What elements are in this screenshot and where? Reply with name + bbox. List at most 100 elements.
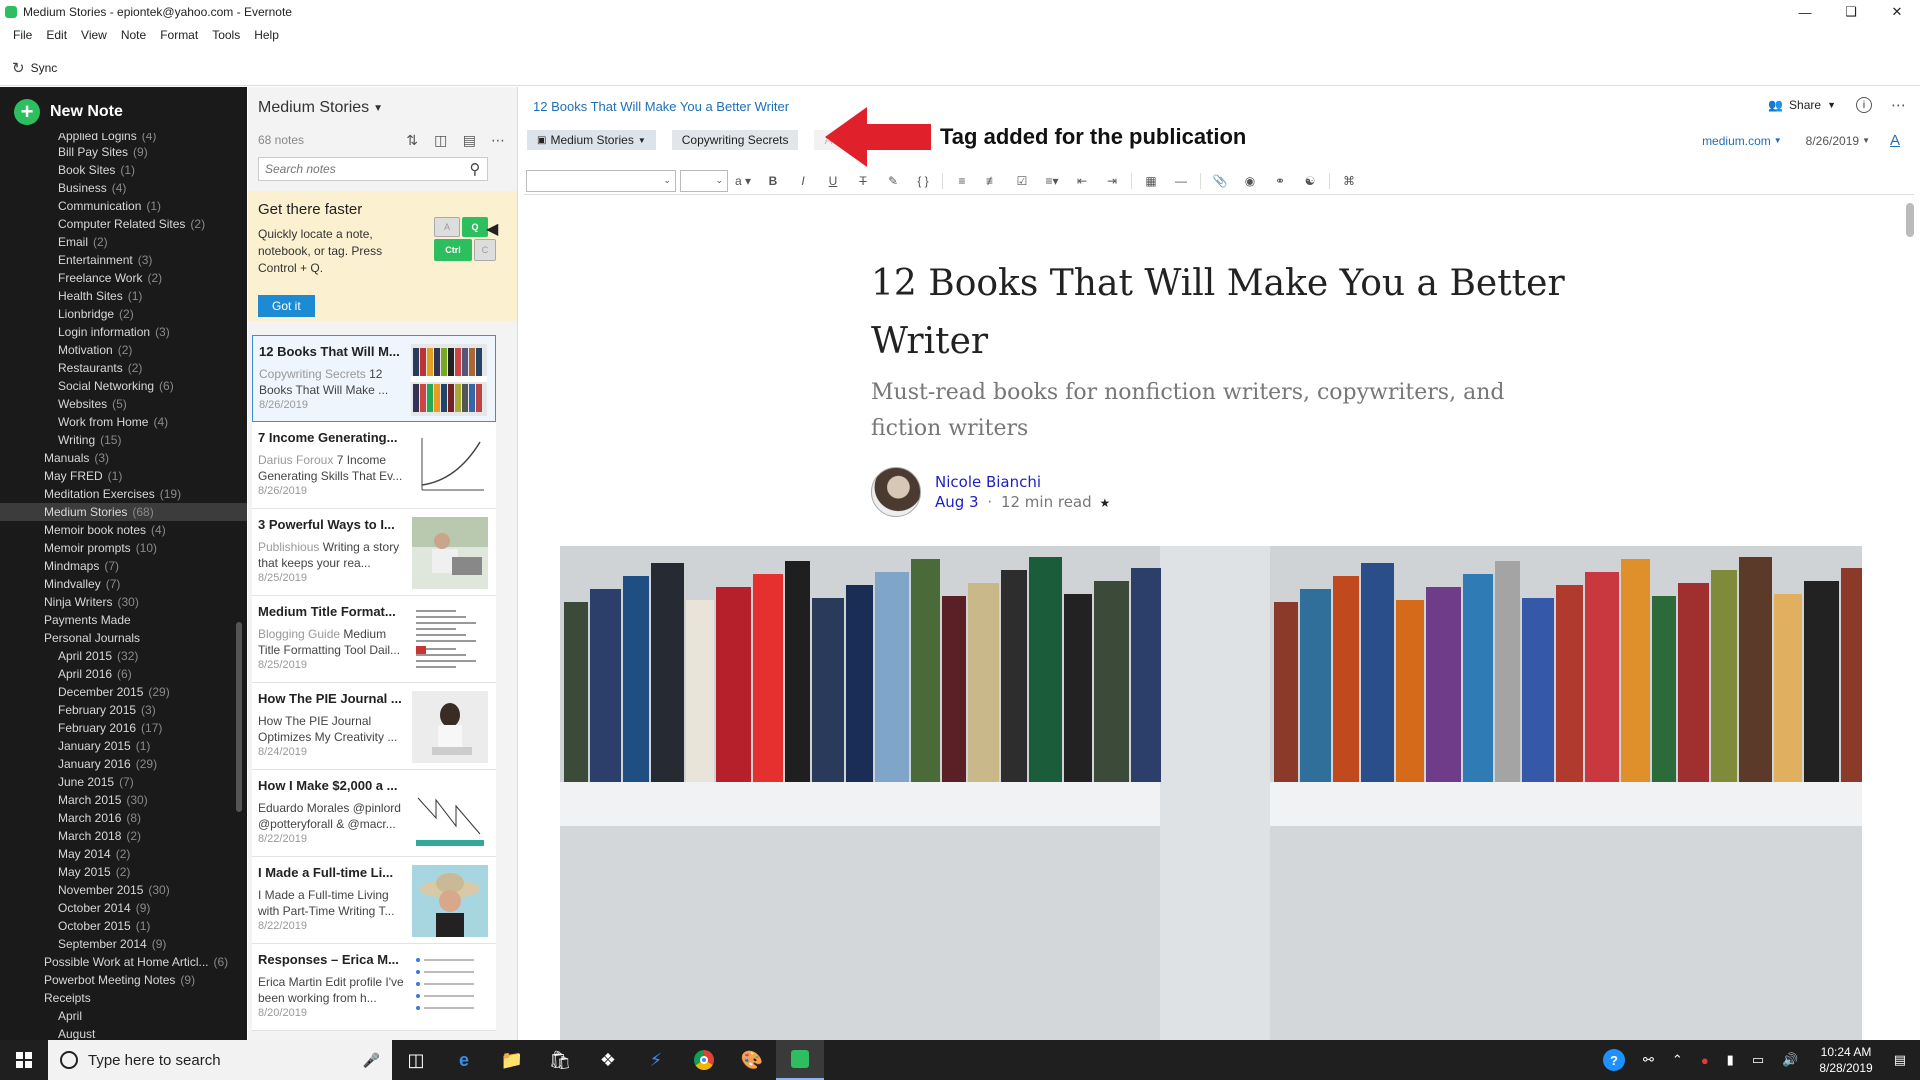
task-view-icon[interactable]: ◫ <box>392 1040 440 1080</box>
note-card[interactable]: How The PIE Journal ... How The PIE Journ… <box>252 683 496 770</box>
sidebar-item[interactable]: April 2015 (32) <box>0 647 247 665</box>
sort-icon[interactable]: ⇅ <box>403 132 421 149</box>
network-icon[interactable]: ▭ <box>1752 1052 1764 1068</box>
sidebar-item[interactable]: Social Networking (6) <box>0 377 247 395</box>
menu-format[interactable]: Format <box>153 28 205 42</box>
security-icon[interactable]: ● <box>1701 1053 1709 1068</box>
new-note-button[interactable]: + New Note <box>0 87 247 133</box>
indent-icon[interactable]: ⇥ <box>1097 174 1127 188</box>
sidebar-item[interactable]: Email (2) <box>0 233 247 251</box>
sidebar-item[interactable]: Writing (15) <box>0 431 247 449</box>
share-button[interactable]: Share <box>1789 98 1821 112</box>
sidebar-item[interactable]: April 2016 (6) <box>0 665 247 683</box>
note-card[interactable]: 3 Powerful Ways to I... Publishious Writi… <box>252 509 496 596</box>
sidebar-item[interactable]: Powerbot Meeting Notes (9) <box>0 971 247 989</box>
sidebar-item[interactable]: Websites (5) <box>0 395 247 413</box>
sidebar-item[interactable]: Receipts <box>0 989 247 1007</box>
more-icon[interactable]: ⋯ <box>1891 96 1906 114</box>
article-date[interactable]: Aug 3 <box>935 493 979 511</box>
sidebar-item[interactable]: April <box>0 1007 247 1025</box>
author-avatar[interactable] <box>871 467 921 517</box>
chevron-up-icon[interactable]: ⌃ <box>1672 1052 1683 1068</box>
sidebar-item[interactable]: Computer Related Sites (2) <box>0 215 247 233</box>
horizontal-rule-icon[interactable]: — <box>1166 174 1196 188</box>
notebook-info-icon[interactable]: ▤ <box>460 132 478 149</box>
sidebar-item[interactable]: February 2015 (3) <box>0 701 247 719</box>
editor-scrollbar[interactable] <box>1906 203 1914 237</box>
sidebar-item[interactable]: Freelance Work (2) <box>0 269 247 287</box>
font-color-icon[interactable]: a ▾ <box>728 174 758 188</box>
note-card[interactable]: 7 Income Generating... Darius Foroux 7 In… <box>252 422 496 509</box>
maximize-icon[interactable]: ❑ <box>1828 0 1874 24</box>
bold-icon[interactable]: B <box>758 174 788 188</box>
people-tray-icon[interactable]: ⚯ <box>1643 1052 1654 1068</box>
annotate-icon[interactable]: ⚭ <box>1265 174 1295 188</box>
attachment-icon[interactable]: 📎 <box>1205 174 1235 188</box>
source-caret-icon[interactable]: ▼ <box>1774 136 1782 145</box>
paint-icon[interactable]: 🎨 <box>728 1040 776 1080</box>
note-card[interactable]: How I Make $2,000 a ... Eduardo Morales @… <box>252 770 496 857</box>
sidebar-item[interactable]: Ninja Writers (30) <box>0 593 247 611</box>
sidebar-item[interactable]: September 2014 (9) <box>0 935 247 953</box>
code-icon[interactable]: { } <box>908 174 938 188</box>
font-style-icon[interactable]: A <box>1890 132 1900 149</box>
view-options-icon[interactable]: ◫ <box>432 132 450 149</box>
sidebar-item[interactable]: Manuals (3) <box>0 449 247 467</box>
sidebar-item[interactable]: Business (4) <box>0 179 247 197</box>
strikethrough-icon[interactable]: T <box>848 174 878 188</box>
sidebar-item[interactable]: June 2015 (7) <box>0 773 247 791</box>
menu-tools[interactable]: Tools <box>205 28 247 42</box>
sidebar-item[interactable]: Bill Pay Sites (9) <box>0 143 247 161</box>
search-input[interactable] <box>259 162 463 176</box>
more-options-icon[interactable]: ⋯ <box>489 132 507 149</box>
sidebar-item[interactable]: Mindvalley (7) <box>0 575 247 593</box>
numbered-list-icon[interactable]: ≢ <box>977 174 1007 188</box>
clock[interactable]: 10:24 AM 8/28/2019 <box>1819 1044 1872 1076</box>
sidebar-item[interactable]: Work from Home (4) <box>0 413 247 431</box>
sidebar-item[interactable]: March 2015 (30) <box>0 791 247 809</box>
sidebar-item[interactable]: January 2016 (29) <box>0 755 247 773</box>
sidebar-item[interactable]: March 2018 (2) <box>0 827 247 845</box>
align-icon[interactable]: ≡▾ <box>1037 174 1067 188</box>
table-icon[interactable]: ▦ <box>1136 174 1166 188</box>
notebook-title-dropdown[interactable]: Medium Stories ▼ <box>258 99 507 117</box>
sidebar-item[interactable]: October 2014 (9) <box>0 899 247 917</box>
sidebar-item[interactable]: Applied Logins (4) <box>0 133 247 143</box>
info-icon[interactable]: i <box>1856 97 1872 113</box>
star-icon[interactable]: ★ <box>1099 496 1110 510</box>
note-date[interactable]: 8/26/2019 <box>1806 134 1859 148</box>
sidebar-item[interactable]: Memoir prompts (10) <box>0 539 247 557</box>
checkbox-icon[interactable]: ☑ <box>1007 174 1037 188</box>
got-it-button[interactable]: Got it <box>258 295 315 317</box>
menu-help[interactable]: Help <box>247 28 286 42</box>
italic-icon[interactable]: I <box>788 174 818 188</box>
volume-icon[interactable]: 🔊 <box>1782 1052 1798 1068</box>
sync-button[interactable]: ↻ Sync <box>12 59 57 77</box>
author-name[interactable]: Nicole Bianchi <box>935 473 1110 491</box>
powershell-icon[interactable]: ⚡ <box>632 1040 680 1080</box>
store-icon[interactable]: 🛍 <box>536 1040 584 1080</box>
notifications-icon[interactable]: ▤ <box>1894 1052 1906 1068</box>
edge-icon[interactable]: e <box>440 1040 488 1080</box>
bulleted-list-icon[interactable]: ≡ <box>947 174 977 188</box>
sidebar-item[interactable]: Payments Made <box>0 611 247 629</box>
menu-edit[interactable]: Edit <box>39 28 74 42</box>
font-family-select[interactable]: ⌄ <box>526 169 676 192</box>
minimize-icon[interactable]: — <box>1782 0 1828 24</box>
sidebar-item[interactable]: Book Sites (1) <box>0 161 247 179</box>
note-card[interactable]: Responses – Erica M... Erica Martin Edit … <box>252 944 496 1031</box>
sidebar-item[interactable]: Restaurants (2) <box>0 359 247 377</box>
sidebar-item[interactable]: November 2015 (30) <box>0 881 247 899</box>
font-size-select[interactable]: ⌄ <box>680 169 728 192</box>
record-audio-icon[interactable]: ◉ <box>1235 174 1265 188</box>
close-icon[interactable]: ✕ <box>1874 0 1920 24</box>
sidebar-item[interactable]: Communication (1) <box>0 197 247 215</box>
sidebar-item[interactable]: Login information (3) <box>0 323 247 341</box>
sidebar-item[interactable]: May 2015 (2) <box>0 863 247 881</box>
microphone-icon[interactable]: 🎤 <box>363 1052 380 1069</box>
note-card[interactable]: Medium Title Format... Blogging Guide Med… <box>252 596 496 683</box>
sidebar-item[interactable]: Health Sites (1) <box>0 287 247 305</box>
search-icon[interactable]: ⚲ <box>463 160 487 178</box>
sidebar-item[interactable]: Entertainment (3) <box>0 251 247 269</box>
dropbox-icon[interactable]: ❖ <box>584 1040 632 1080</box>
